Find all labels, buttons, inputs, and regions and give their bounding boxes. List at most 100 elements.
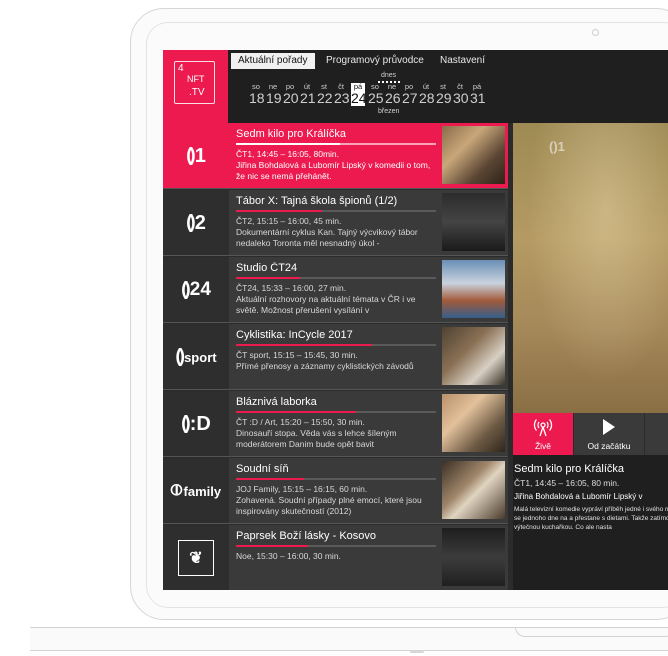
program-title: Cyklistika: InCycle 2017	[236, 329, 353, 341]
program-meta: ČT :D / Art, 15:20 – 15:50, 30 min.	[236, 417, 365, 427]
live-button-label: Živě	[534, 441, 552, 451]
date-number: 27	[402, 90, 418, 106]
today-label: dnes	[381, 72, 397, 79]
program-progress-bar	[236, 143, 436, 145]
program-meta: ČT sport, 15:15 – 15:45, 30 min.	[236, 350, 358, 360]
camera-icon	[592, 29, 599, 36]
program-info: Soudní síň JOJ Family, 15:15 – 16:15, 60 …	[236, 463, 439, 517]
program-progress-fill	[236, 344, 372, 346]
program-progress-bar	[236, 545, 436, 547]
date-number: 24	[351, 90, 367, 106]
program-description: Jiřina Bohdalová a Lubomír Lipský v kome…	[236, 160, 431, 181]
program-title: Soudní síň	[236, 463, 289, 475]
program-thumbnail	[442, 260, 505, 318]
program-progress-fill	[236, 411, 356, 413]
detail-title: Sedm kilo pro Králíčka	[514, 463, 625, 475]
program-progress-bar	[236, 344, 436, 346]
program-detail: Sedm kilo pro Králíčka ČT1, 14:45 – 16:0…	[513, 455, 668, 590]
channel-row[interactable]: () 2 Tábor X: Tajná škola špionů (1/2) ČT2,…	[163, 190, 508, 256]
program-progress-bar	[236, 277, 436, 279]
date-20[interactable]: po 20	[283, 83, 299, 106]
channel-row[interactable]: ⦶ family Soudní síň JOJ Family, 15:15 – 16:…	[163, 458, 508, 524]
logo-text-tv: .TV	[189, 87, 205, 98]
channel-row[interactable]: () 24 Studio ČT24 ČT24, 15:33 – 16:00, 27 m…	[163, 257, 508, 323]
laptop-base-slot	[410, 651, 424, 653]
date-21[interactable]: út 21	[300, 83, 316, 106]
tab-aktualni-porady[interactable]: Aktuální pořady	[231, 53, 315, 69]
date-31[interactable]: pá 31	[470, 83, 486, 106]
channel-logo: ⦶ family	[163, 458, 229, 523]
program-thumbnail	[442, 394, 505, 452]
program-progress-fill	[236, 143, 340, 145]
logo-text-nft: NFT	[187, 74, 205, 84]
program-title: Bláznivá laborka	[236, 396, 317, 408]
date-18[interactable]: so 18	[249, 83, 265, 106]
detail-description: Malá televizní komedie vypráví příběh je…	[514, 506, 668, 531]
program-thumbnail	[442, 193, 505, 251]
channel-logo: ❦	[163, 525, 229, 590]
program-meta: ČT2, 15:15 – 16:00, 45 min.	[236, 216, 342, 226]
program-description: Dokumentární cyklus Kan. Tajný výcvikový…	[236, 227, 418, 248]
play-icon	[603, 419, 615, 435]
program-description: Přímé přenosy a záznamy cyklistických zá…	[236, 361, 414, 371]
program-info: Tábor X: Tajná škola špionů (1/2) ČT2, 15…	[236, 195, 439, 249]
date-number: 19	[266, 90, 282, 106]
program-info: Studio ČT24 ČT24, 15:33 – 16:00, 27 min. A…	[236, 262, 439, 316]
date-26[interactable]: ne 26	[385, 83, 401, 106]
program-description: Zohavená. Soudní případy plné emocí, kte…	[236, 495, 422, 516]
laptop-notch	[515, 627, 668, 637]
channel-row[interactable]: () 1 Sedm kilo pro Králíčka ČT1, 14:45 – 16…	[163, 123, 508, 189]
tab-programovy-pruvodce[interactable]: Programový průvodce	[319, 53, 431, 69]
month-label: březen	[378, 108, 400, 115]
detail-meta: ČT1, 14:45 – 16:05, 80 min.	[514, 478, 620, 488]
date-number: 28	[419, 90, 435, 106]
date-number: 18	[249, 90, 265, 106]
channel-row[interactable]: ❦ Paprsek Boží lásky - Kosovo Noe, 15:30 –…	[163, 525, 508, 590]
date-number: 31	[470, 90, 486, 106]
program-info: Paprsek Boží lásky - Kosovo Noe, 15:30 – …	[236, 530, 439, 562]
program-thumbnail	[442, 461, 505, 519]
date-30[interactable]: čt 30	[453, 83, 469, 106]
from-start-button[interactable]: Od začátku	[574, 413, 644, 455]
channel-watermark: ()1	[549, 139, 565, 154]
from-start-label: Od začátku	[587, 441, 631, 451]
date-number: 29	[436, 90, 452, 106]
program-progress-fill	[236, 277, 300, 279]
program-title: Sedm kilo pro Králíčka	[236, 128, 347, 140]
program-thumbnail	[442, 528, 505, 586]
date-24[interactable]: pá 24	[351, 83, 367, 106]
logo-number: 4	[178, 63, 184, 74]
video-frame	[513, 123, 668, 413]
app-logo[interactable]: 4 NFT .TV	[163, 50, 228, 123]
player-controls: Živě Od začátku	[513, 413, 668, 455]
program-meta: Noe, 15:30 – 16:00, 30 min.	[236, 551, 341, 561]
channel-logo: () 24	[163, 257, 229, 322]
channel-logo: () sport	[163, 324, 229, 389]
channel-logo: () 2	[163, 190, 229, 255]
date-23[interactable]: čt 23	[334, 83, 350, 106]
program-title: Paprsek Boží lásky - Kosovo	[236, 530, 377, 542]
date-19[interactable]: ne 19	[266, 83, 282, 106]
date-28[interactable]: út 28	[419, 83, 435, 106]
program-progress-bar	[236, 478, 436, 480]
video-player[interactable]: ()1	[513, 123, 668, 413]
program-info: Sedm kilo pro Králíčka ČT1, 14:45 – 16:05…	[236, 128, 439, 182]
date-27[interactable]: po 27	[402, 83, 418, 106]
date-29[interactable]: st 29	[436, 83, 452, 106]
date-22[interactable]: st 22	[317, 83, 333, 106]
channel-row[interactable]: ():D Bláznivá laborka ČT :D / Art, 15:20 –…	[163, 391, 508, 457]
channel-logo: ():D	[163, 391, 229, 456]
tab-nastaveni[interactable]: Nastavení	[433, 53, 492, 69]
program-meta: ČT24, 15:33 – 16:00, 27 min.	[236, 283, 347, 293]
date-number: 26	[385, 90, 401, 106]
date-25[interactable]: so 25	[368, 83, 384, 106]
date-number: 30	[453, 90, 469, 106]
program-info: Bláznivá laborka ČT :D / Art, 15:20 – 15:…	[236, 396, 439, 450]
channel-list: () 1 Sedm kilo pro Králíčka ČT1, 14:45 – 16…	[163, 123, 508, 590]
channel-row[interactable]: () sport Cyklistika: InCycle 2017 ČT sport,…	[163, 324, 508, 390]
program-progress-bar	[236, 411, 436, 413]
live-button[interactable]: Živě	[513, 413, 573, 455]
program-description: Aktuální rozhovory na aktuální témata v …	[236, 294, 416, 315]
more-controls-button[interactable]	[645, 413, 668, 455]
app-header: 4 NFT .TV Aktuální pořady Programový prů…	[163, 50, 668, 123]
